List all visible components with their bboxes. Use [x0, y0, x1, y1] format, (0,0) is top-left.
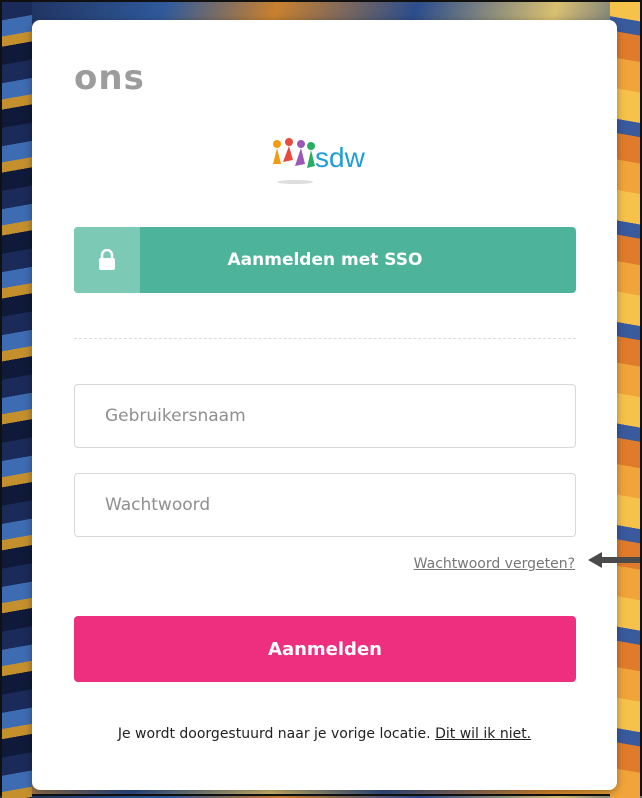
login-button[interactable]: Aanmelden [74, 616, 576, 682]
redirect-notice: Je wordt doorgestuurd naar je vorige loc… [32, 726, 617, 742]
login-card: ons sdw Aanmelden met SSO Gebruikersnaam… [32, 20, 617, 790]
people-figures-icon [273, 138, 315, 184]
username-input[interactable] [74, 384, 576, 448]
ons-logo: ons [74, 58, 145, 98]
divider [74, 338, 576, 339]
sso-login-label: Aanmelden met SSO [227, 250, 423, 270]
screenshot-frame: ons sdw Aanmelden met SSO Gebruikersnaam… [0, 0, 642, 798]
password-input[interactable] [74, 473, 576, 537]
background-painting-left [2, 2, 32, 798]
redirect-message: Je wordt doorgestuurd naar je vorige loc… [117, 726, 431, 742]
sdw-logo: sdw [267, 134, 387, 190]
redirect-optout-link[interactable]: Dit wil ik niet. [435, 726, 531, 742]
forgot-password-link[interactable]: Wachtwoord vergeten? [414, 556, 575, 572]
lock-icon [99, 249, 115, 270]
sso-login-button[interactable]: Aanmelden met SSO [74, 227, 576, 293]
sdw-logo-text: sdw [315, 142, 365, 173]
lock-icon-box [74, 227, 140, 293]
arrow-left-icon [588, 552, 640, 568]
